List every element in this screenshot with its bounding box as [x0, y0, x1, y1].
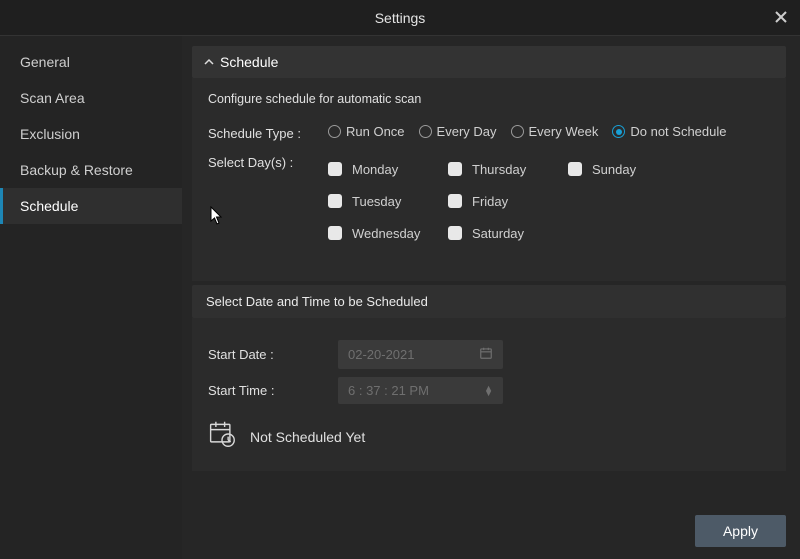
- chk-thursday[interactable]: Thursday: [448, 162, 568, 177]
- days-grid: Monday Thursday Sunday Tuesday Friday We…: [328, 153, 770, 249]
- sidebar-item-general[interactable]: General: [0, 44, 182, 80]
- apply-button[interactable]: Apply: [695, 515, 786, 547]
- chk-saturday[interactable]: Saturday: [448, 226, 568, 241]
- chk-label: Wednesday: [352, 226, 420, 241]
- content-area: Schedule Configure schedule for automati…: [182, 36, 800, 559]
- checkbox: [448, 162, 462, 176]
- calendar-clock-icon: [208, 420, 236, 453]
- close-button[interactable]: [772, 8, 790, 26]
- schedule-subtitle: Configure schedule for automatic scan: [208, 92, 770, 106]
- checkbox: [448, 226, 462, 240]
- sidebar-item-backup-restore[interactable]: Backup & Restore: [0, 152, 182, 188]
- chk-monday[interactable]: Monday: [328, 162, 448, 177]
- chk-tuesday[interactable]: Tuesday: [328, 194, 448, 209]
- checkbox: [328, 194, 342, 208]
- radio-label: Do not Schedule: [630, 124, 726, 139]
- sidebar-item-label: Schedule: [20, 198, 78, 214]
- schedule-panel-body: Configure schedule for automatic scan Sc…: [192, 78, 786, 281]
- start-date-label: Start Date :: [208, 347, 338, 362]
- sidebar-item-label: Exclusion: [20, 126, 80, 142]
- schedule-type-radios: Run Once Every Day Every Week Do not Sch…: [328, 124, 770, 139]
- schedule-panel-header[interactable]: Schedule: [192, 46, 786, 78]
- radio-label: Every Day: [437, 124, 497, 139]
- start-time-value: 6 : 37 : 21 PM: [348, 383, 429, 398]
- radio-do-not-schedule[interactable]: Do not Schedule: [612, 124, 726, 139]
- datetime-panel: Start Date : 02-20-2021 Start Time : 6 :…: [192, 318, 786, 471]
- chevron-up-icon: [204, 57, 214, 67]
- checkbox: [448, 194, 462, 208]
- radio-dot: [328, 125, 341, 138]
- select-days-label: Select Day(s) :: [208, 153, 328, 170]
- sidebar-item-label: Backup & Restore: [20, 162, 133, 178]
- sidebar-item-scan-area[interactable]: Scan Area: [0, 80, 182, 116]
- start-time-input[interactable]: 6 : 37 : 21 PM ▲▼: [338, 377, 503, 404]
- chk-label: Sunday: [592, 162, 636, 177]
- window-title: Settings: [375, 10, 426, 26]
- checkbox: [328, 162, 342, 176]
- time-spinner[interactable]: ▲▼: [484, 386, 493, 396]
- sidebar-item-schedule[interactable]: Schedule: [0, 188, 182, 224]
- radio-run-once[interactable]: Run Once: [328, 124, 405, 139]
- schedule-status: Not Scheduled Yet: [250, 429, 365, 445]
- radio-dot: [419, 125, 432, 138]
- datetime-heading: Select Date and Time to be Scheduled: [192, 285, 786, 318]
- close-icon: [775, 11, 787, 23]
- start-date-value: 02-20-2021: [348, 347, 415, 362]
- bottom-bar: Apply: [192, 505, 786, 547]
- radio-label: Run Once: [346, 124, 405, 139]
- spin-down-icon: ▼: [484, 391, 493, 396]
- chk-label: Friday: [472, 194, 508, 209]
- chk-friday[interactable]: Friday: [448, 194, 568, 209]
- calendar-icon: [479, 346, 493, 363]
- chk-sunday[interactable]: Sunday: [568, 162, 688, 177]
- radio-dot: [612, 125, 625, 138]
- titlebar: Settings: [0, 0, 800, 36]
- chk-wednesday[interactable]: Wednesday: [328, 226, 448, 241]
- radio-dot: [511, 125, 524, 138]
- sidebar: General Scan Area Exclusion Backup & Res…: [0, 36, 182, 559]
- radio-label: Every Week: [529, 124, 599, 139]
- checkbox: [328, 226, 342, 240]
- sidebar-item-exclusion[interactable]: Exclusion: [0, 116, 182, 152]
- radio-every-week[interactable]: Every Week: [511, 124, 599, 139]
- start-time-label: Start Time :: [208, 383, 338, 398]
- checkbox: [568, 162, 582, 176]
- panel-title: Schedule: [220, 54, 278, 70]
- chk-label: Thursday: [472, 162, 526, 177]
- sidebar-item-label: Scan Area: [20, 90, 85, 106]
- sidebar-item-label: General: [20, 54, 70, 70]
- chk-label: Tuesday: [352, 194, 401, 209]
- chk-label: Monday: [352, 162, 398, 177]
- radio-every-day[interactable]: Every Day: [419, 124, 497, 139]
- schedule-type-label: Schedule Type :: [208, 124, 328, 141]
- start-date-input[interactable]: 02-20-2021: [338, 340, 503, 369]
- chk-label: Saturday: [472, 226, 524, 241]
